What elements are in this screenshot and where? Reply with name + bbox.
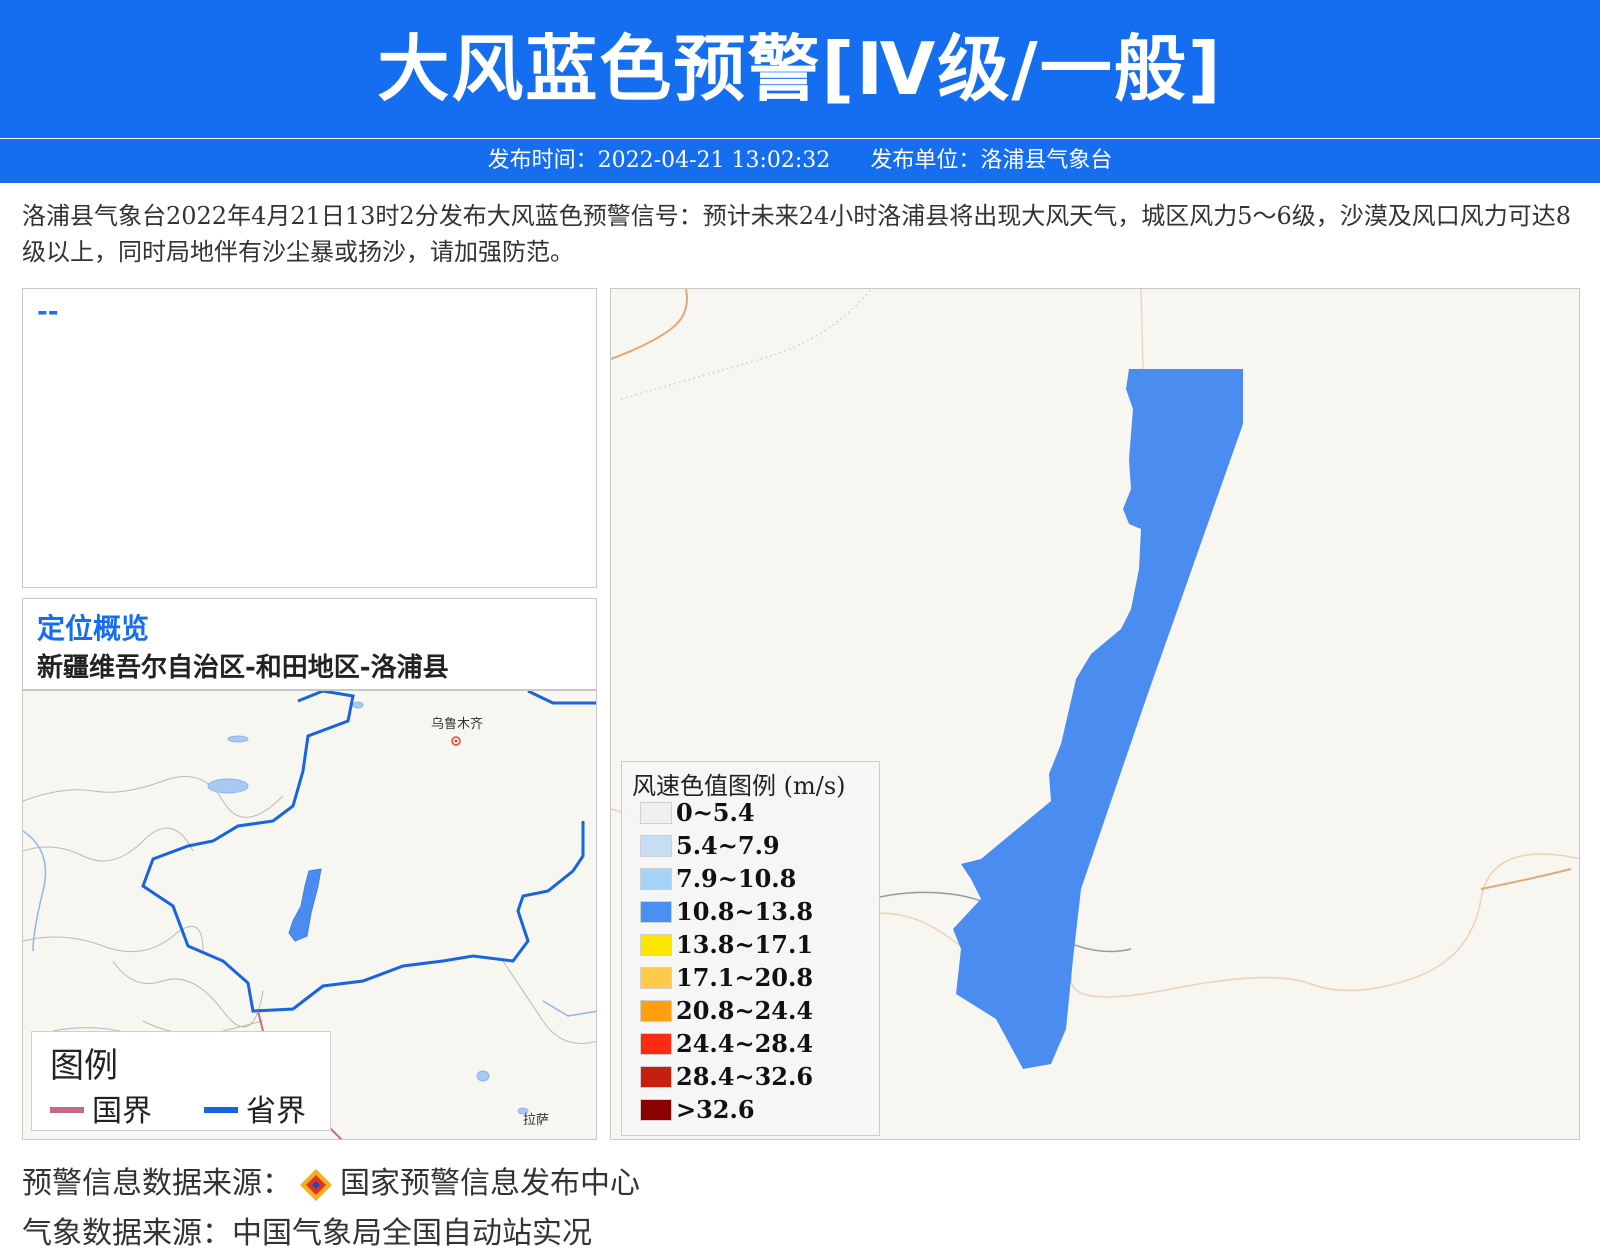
province-border-swatch — [204, 1107, 238, 1113]
lake — [476, 1070, 490, 1082]
wind-legend-label: 10.8~13.8 — [676, 897, 814, 926]
luopu-county-area — [288, 868, 322, 942]
road — [611, 289, 688, 360]
wind-legend-label: 17.1~20.8 — [676, 963, 814, 992]
city-label-urumqi: 乌鲁木齐 — [431, 717, 484, 732]
wind-legend-swatch — [640, 967, 672, 989]
alert-area-polygon — [953, 369, 1243, 1069]
map-legend: 图例 国界 省界 — [31, 1031, 331, 1131]
publisher: 发布单位：洛浦县气象台 — [870, 148, 1113, 173]
note-text: -- — [37, 297, 59, 327]
wind-legend-swatch — [640, 1033, 672, 1055]
city-label-lhasa: 拉萨 — [523, 1113, 550, 1128]
river — [23, 830, 47, 952]
overview-map[interactable]: 乌鲁木齐 拉萨 图例 国界 省界 — [22, 690, 597, 1140]
wind-legend-swatch — [640, 802, 672, 824]
warning-source-name: 国家预警信息发布中心 — [340, 1166, 640, 1201]
location-panel: 定位概览 新疆维吾尔自治区-和田地区-洛浦县 — [22, 598, 597, 690]
background-border — [23, 925, 204, 953]
wind-legend-label: 5.4~7.9 — [676, 831, 780, 860]
boundary — [1140, 289, 1144, 370]
warning-center-logo-icon — [300, 1168, 332, 1201]
publish-time: 发布时间：2022-04-21 13:02:32 — [487, 148, 831, 173]
wind-legend-label: 13.8~17.1 — [676, 930, 814, 959]
province-border-label: 省界 — [246, 1094, 306, 1129]
wind-legend-label: 20.8~24.4 — [676, 996, 814, 1025]
lake — [227, 735, 249, 743]
river — [542, 1000, 596, 1017]
wind-legend-swatch — [640, 1066, 672, 1088]
background-border — [23, 827, 194, 862]
wind-legend-swatch — [640, 868, 672, 890]
warning-source-label: 预警信息数据来源： — [22, 1166, 292, 1201]
road — [1480, 868, 1572, 890]
alert-description: 洛浦县气象台2022年4月21日13时2分发布大风蓝色预警信号：预计未来24小时… — [22, 202, 1572, 266]
wind-legend-label: 0~5.4 — [676, 798, 755, 827]
lake — [352, 701, 364, 709]
river — [620, 289, 872, 400]
wind-legend-label: 7.9~10.8 — [676, 864, 797, 893]
wind-legend: 风速色值图例 (m/s) 0~5.4 5.4~7.9 7.9~10.8 10.8~13… — [621, 761, 880, 1136]
national-border-swatch — [50, 1107, 84, 1113]
wind-legend-label: >32.6 — [676, 1095, 755, 1124]
wind-legend-swatch — [640, 901, 672, 923]
weather-source-line: 气象数据来源：中国气象局全国自动站实况 — [22, 1216, 592, 1251]
background-border — [112, 960, 264, 1028]
warning-source-line: 预警信息数据来源： 国家预警信息发布中心 — [22, 1158, 640, 1205]
alert-title: 大风蓝色预警[Ⅳ级/一般] — [377, 27, 1223, 111]
wind-legend-label: 24.4~28.4 — [676, 1029, 814, 1058]
wind-legend-swatch — [640, 934, 672, 956]
publish-info-bar: 发布时间：2022-04-21 13:02:32 发布单位：洛浦县气象台 — [0, 139, 1600, 183]
lake — [207, 778, 249, 794]
location-path: 新疆维吾尔自治区-和田地区-洛浦县 — [37, 653, 449, 683]
wind-legend-swatch — [640, 835, 672, 857]
capital-marker-icon — [454, 739, 458, 743]
wind-legend-title: 风速色值图例 (m/s) — [632, 772, 846, 800]
location-title: 定位概览 — [37, 612, 150, 645]
background-border — [502, 960, 596, 1044]
wind-legend-swatch — [640, 1099, 672, 1121]
national-border-label: 国界 — [92, 1094, 152, 1129]
note-panel: -- — [22, 288, 597, 588]
wind-legend-swatch — [640, 1000, 672, 1022]
wind-legend-label: 28.4~32.6 — [676, 1062, 814, 1091]
province-boundary — [527, 691, 596, 705]
detail-map[interactable]: 风速色值图例 (m/s) 0~5.4 5.4~7.9 7.9~10.8 10.8~13… — [610, 288, 1580, 1140]
province-boundary — [141, 691, 585, 1013]
map-legend-title: 图例 — [50, 1046, 118, 1086]
